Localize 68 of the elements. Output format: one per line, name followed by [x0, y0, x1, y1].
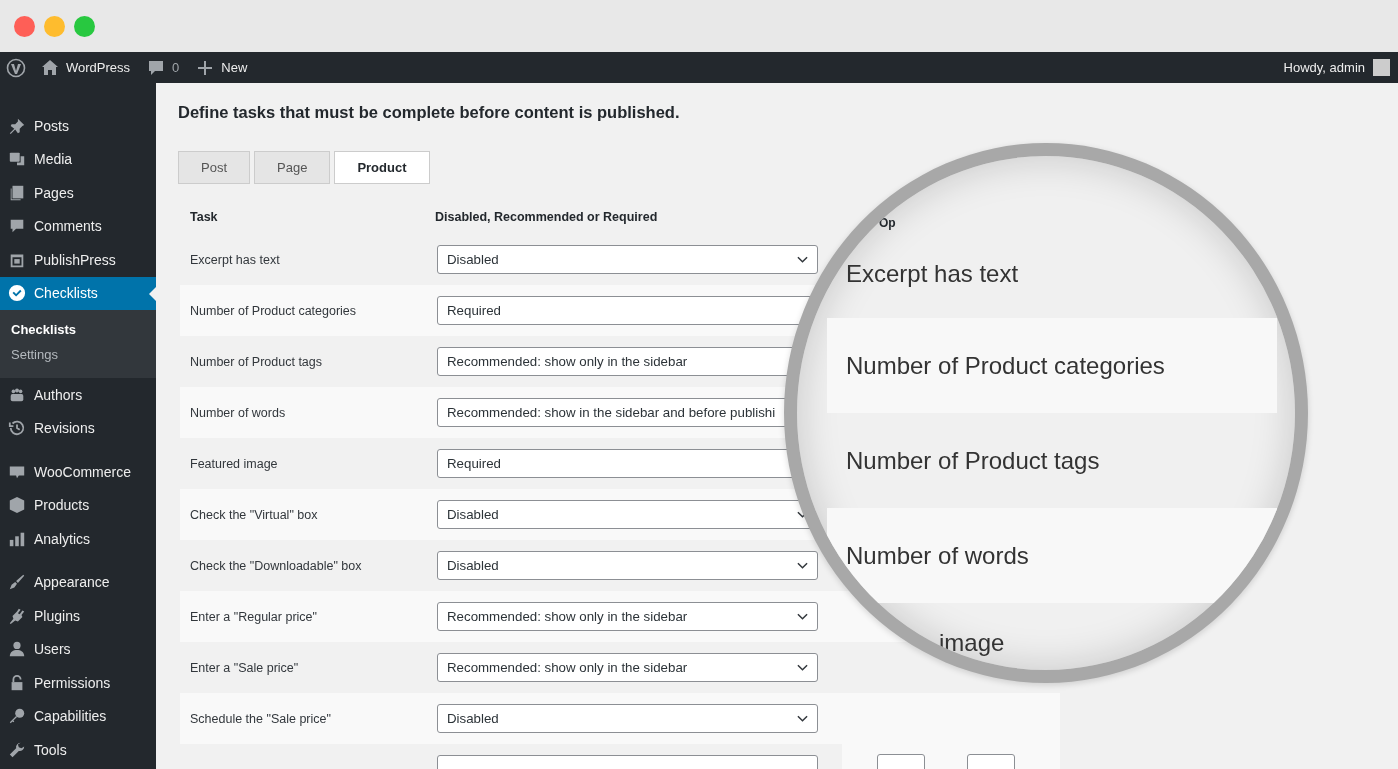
menu-item[interactable]: Users	[0, 632, 156, 666]
pin-icon	[8, 116, 26, 135]
new-link[interactable]: New	[221, 60, 248, 75]
tab[interactable]: Post	[178, 151, 250, 184]
column-header: Op	[879, 216, 896, 229]
menu-item[interactable]: Tools	[0, 733, 156, 767]
menu-item[interactable]: Comments	[0, 209, 156, 243]
close-button[interactable]	[14, 15, 35, 37]
pages-icon	[8, 183, 26, 202]
box-icon	[8, 496, 26, 515]
magnified-label: Excerpt has text	[845, 258, 1020, 289]
wordpress-logo-icon[interactable]	[6, 57, 26, 78]
submenu-item[interactable]: Settings	[0, 343, 156, 368]
task-label: Featured image	[189, 456, 279, 471]
greeting-link[interactable]: Howdy, admin	[1283, 60, 1365, 75]
plug-icon	[8, 606, 26, 625]
menu-item[interactable]: Media	[0, 142, 156, 176]
column-header: Task	[189, 210, 219, 224]
menu-item[interactable]: Analytics	[0, 522, 156, 556]
key-icon	[8, 707, 26, 726]
clock-icon	[8, 419, 26, 438]
task-label: Number of Product tags	[189, 354, 323, 369]
chevron-down-icon	[797, 714, 808, 723]
task-label: Enter a "Regular price"	[189, 609, 318, 624]
user-icon	[8, 640, 26, 659]
menu-item[interactable]: Appearance	[0, 565, 156, 599]
menu-item[interactable]: WooCommerce	[0, 455, 156, 489]
menu-item[interactable]: PublishPress	[0, 243, 156, 277]
task-label: Excerpt has text	[189, 252, 281, 267]
magnified-label: Number of words	[827, 508, 1277, 603]
brush-icon	[8, 573, 26, 592]
tab[interactable]: Product	[334, 151, 430, 184]
zoom-button[interactable]	[74, 15, 95, 37]
menu-item[interactable]: Capabilities	[0, 699, 156, 733]
chevron-down-icon	[797, 612, 808, 621]
menu-item[interactable]: Products	[0, 488, 156, 522]
menu-item[interactable]: Plugins	[0, 599, 156, 633]
menu-item[interactable]: Permissions	[0, 666, 156, 700]
home-icon	[40, 57, 60, 78]
chevron-down-icon	[797, 561, 808, 570]
dropdown[interactable]: Disabled	[437, 245, 818, 274]
chevron-down-icon	[797, 663, 808, 672]
task-label: Check the "Virtual" box	[189, 507, 319, 522]
dropdown[interactable]: Recommended: show only in the sidebar	[437, 653, 818, 682]
dropdown[interactable]: Disabled	[437, 704, 818, 733]
column-header: Disabled, Recommended or Required	[434, 210, 659, 224]
menu-item[interactable]: Authors	[0, 378, 156, 412]
comment-count[interactable]: 0	[172, 60, 180, 75]
menu-item[interactable]: Posts	[0, 109, 156, 143]
menu-item[interactable]: Checklists	[0, 276, 156, 310]
wrench-icon	[8, 740, 26, 759]
site-name-link[interactable]: WordPress	[66, 60, 131, 75]
task-label: Enter a "Sale price"	[189, 660, 300, 675]
page-heading: Define tasks that must be complete before content is published.	[178, 103, 681, 122]
magnified-label: Number of Product tags	[845, 445, 1101, 476]
task-label: Schedule the "Sale price"	[189, 711, 332, 726]
chevron-down-icon	[797, 255, 808, 264]
dropdown[interactable]: Disabled	[437, 551, 818, 580]
menu-item[interactable]: Pages	[0, 176, 156, 210]
task-label: Number of Product categories	[189, 303, 358, 318]
menu-item[interactable]: Revisions	[0, 411, 156, 445]
magnified-label: image	[938, 627, 1006, 658]
submenu-item[interactable]: Checklists	[0, 318, 156, 343]
task-label: Check the "Downloadable" box	[189, 558, 363, 573]
tab[interactable]: Page	[254, 151, 331, 184]
task-label: Number of words	[189, 405, 287, 420]
dropdown[interactable]: Recommended: show only in the sidebar	[437, 602, 818, 631]
magnified-label: Number of Product categories	[827, 318, 1277, 413]
